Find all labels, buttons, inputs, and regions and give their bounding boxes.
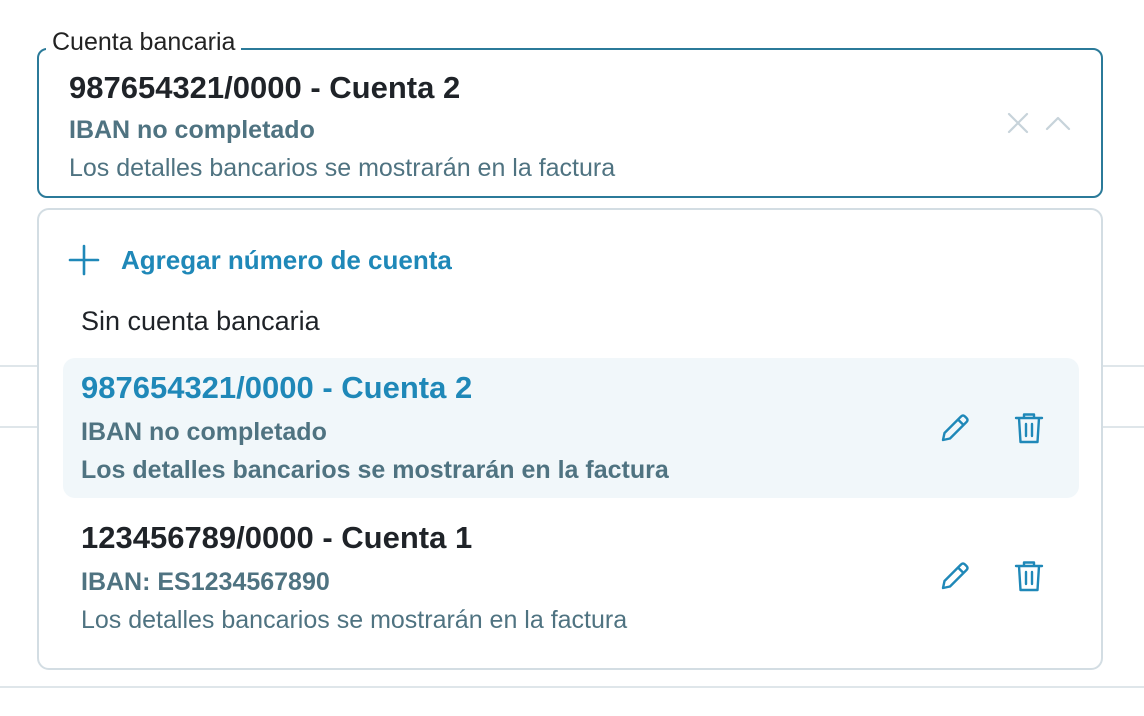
no-account-option[interactable]: Sin cuenta bancaria <box>81 306 320 337</box>
chevron-up-icon <box>1045 116 1071 131</box>
account-option-iban: IBAN no completado <box>81 418 327 446</box>
close-icon <box>1007 112 1029 134</box>
background-divider <box>1103 426 1144 428</box>
add-account-button[interactable]: Agregar número de cuenta <box>67 240 452 280</box>
pencil-icon <box>941 562 969 590</box>
account-option-note: Los detalles bancarios se mostrarán en l… <box>81 456 669 484</box>
pencil-icon <box>941 414 969 442</box>
background-divider <box>0 426 37 428</box>
account-option-title: 987654321/0000 - Cuenta 2 <box>81 370 473 405</box>
selected-account-iban: IBAN no completado <box>69 116 315 144</box>
plus-icon <box>68 244 100 276</box>
background-divider <box>0 365 37 367</box>
toggle-dropdown-button[interactable] <box>1043 110 1073 136</box>
trash-icon <box>1014 561 1044 592</box>
account-option[interactable]: 987654321/0000 - Cuenta 2 IBAN no comple… <box>63 358 1079 498</box>
account-option-note: Los detalles bancarios se mostrarán en l… <box>81 606 628 634</box>
add-account-label: Agregar número de cuenta <box>121 244 452 275</box>
selected-account-title: 987654321/0000 - Cuenta 2 <box>69 70 461 105</box>
edit-account-button[interactable] <box>935 556 975 596</box>
account-option[interactable]: 123456789/0000 - Cuenta 1 IBAN: ES123456… <box>63 508 1079 648</box>
account-option-iban: IBAN: ES1234567890 <box>81 568 330 596</box>
edit-account-button[interactable] <box>935 408 975 448</box>
page: 987654321/0000 - Cuenta 2 IBAN no comple… <box>0 0 1144 716</box>
clear-selection-button[interactable] <box>1005 110 1031 136</box>
delete-account-button[interactable] <box>1009 556 1049 596</box>
trash-icon <box>1014 413 1044 444</box>
delete-account-button[interactable] <box>1009 408 1049 448</box>
account-option-title: 123456789/0000 - Cuenta 1 <box>81 520 473 555</box>
background-divider <box>0 686 1144 688</box>
field-label: Cuenta bancaria <box>46 26 242 58</box>
selected-account-note: Los detalles bancarios se mostrarán en l… <box>69 154 616 182</box>
bank-account-select[interactable]: 987654321/0000 - Cuenta 2 IBAN no comple… <box>37 48 1103 198</box>
background-divider <box>1103 365 1144 367</box>
bank-account-dropdown: Agregar número de cuenta Sin cuenta banc… <box>37 208 1103 670</box>
